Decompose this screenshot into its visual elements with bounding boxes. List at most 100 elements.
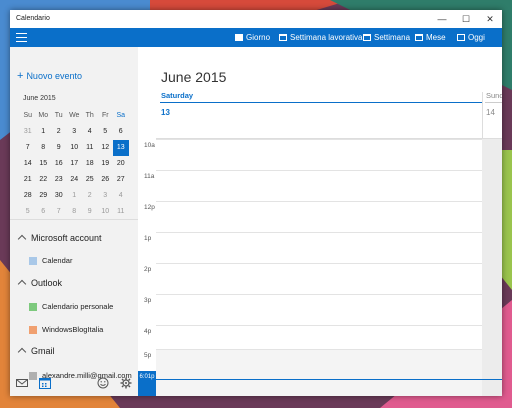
group-gmail[interactable]: Gmail [17, 346, 55, 357]
day-view-button[interactable]: Giorno [235, 28, 270, 47]
work-week-view-button[interactable]: Settimana lavorativa [279, 28, 362, 47]
hour-line [156, 139, 482, 140]
mini-calendar-weekdays: Su Mo Tu We Th Fr Sa [20, 108, 129, 124]
mini-calendar-day[interactable]: 5 [98, 124, 114, 140]
work-week-view-label: Settimana lavorativa [290, 33, 363, 42]
mini-calendar-day[interactable]: 1 [67, 188, 83, 204]
group-label: Outlook [31, 278, 63, 288]
calendar-window: Calendario — ☐ ✕ Giorno Settimana lavora… [10, 10, 502, 396]
mini-calendar-week: 5 6 7 8 9 10 11 [20, 204, 129, 220]
calendar-name: Calendar [42, 256, 73, 265]
hour-slot[interactable]: 1p [138, 232, 502, 263]
mini-calendar-day[interactable]: 4 [82, 124, 98, 140]
hour-slot[interactable]: 3p [138, 294, 502, 325]
mini-calendar-day[interactable]: 7 [51, 204, 67, 220]
minimize-button[interactable]: — [430, 10, 454, 28]
maximize-button[interactable]: ☐ [454, 10, 478, 28]
hour-label: 10a [144, 142, 155, 149]
mini-calendar-day[interactable]: 10 [67, 140, 83, 156]
day-icon [235, 34, 243, 41]
weekday-label: Mo [38, 112, 49, 119]
mini-calendar-day[interactable]: 6 [113, 124, 129, 140]
calendar-item[interactable]: Calendario personale [29, 302, 113, 311]
mini-calendar-day[interactable]: 11 [82, 140, 98, 156]
smiley-icon[interactable] [97, 377, 109, 389]
calendar-item[interactable]: WindowsBlogItalia [29, 325, 103, 334]
close-button[interactable]: ✕ [478, 10, 502, 28]
calendar-item[interactable]: Calendar [29, 256, 72, 265]
chevron-up-icon [17, 234, 27, 244]
hour-line [156, 170, 482, 171]
group-microsoft-account[interactable]: Microsoft account [17, 233, 102, 244]
mini-calendar-week: 31 1 2 3 4 5 6 [20, 124, 129, 140]
mini-calendar-day[interactable]: 19 [98, 156, 114, 172]
group-outlook[interactable]: Outlook [17, 278, 63, 289]
hour-slot[interactable]: 11a [138, 170, 502, 201]
mini-calendar-day[interactable]: 17 [67, 156, 83, 172]
week-view-button[interactable]: Settimana [363, 28, 410, 47]
mini-calendar-day[interactable]: 27 [113, 172, 129, 188]
mini-calendar-day[interactable]: 22 [36, 172, 52, 188]
mini-calendar: Su Mo Tu We Th Fr Sa 31 1 2 3 4 5 6 7 8 … [20, 108, 129, 220]
time-grid[interactable]: 10a 11a 12p 1p 2p 3p 4p 5p 6:01p [138, 139, 502, 396]
day-header-sunday[interactable]: Sunda [486, 91, 502, 100]
mini-calendar-day[interactable]: 30 [51, 188, 67, 204]
mini-calendar-day[interactable]: 2 [82, 188, 98, 204]
mini-calendar-day[interactable]: 29 [36, 188, 52, 204]
mini-calendar-day[interactable]: 11 [113, 204, 129, 220]
calendar-icon[interactable] [39, 377, 51, 389]
sidebar-divider [10, 219, 138, 220]
hour-label: 5p [144, 352, 152, 359]
day-number-sunday: 14 [486, 108, 495, 117]
calendar-name: Calendario personale [42, 302, 114, 311]
month-view-button[interactable]: Mese [415, 28, 446, 47]
mini-calendar-day[interactable]: 1 [36, 124, 52, 140]
gear-icon[interactable] [120, 377, 132, 389]
mini-calendar-day[interactable]: 3 [67, 124, 83, 140]
calendar-color-swatch [29, 302, 37, 311]
hour-slot[interactable]: 12p [138, 201, 502, 232]
sidebar: + Nuovo evento June 2015 Su Mo Tu We Th F… [10, 47, 138, 396]
mini-calendar-day[interactable]: 31 [20, 124, 36, 140]
mini-calendar-selected-day[interactable]: 13 [113, 140, 129, 156]
hour-label: 12p [144, 204, 155, 211]
mini-calendar-day[interactable]: 8 [67, 204, 83, 220]
mini-calendar-day[interactable]: 3 [98, 188, 114, 204]
mini-calendar-day[interactable]: 15 [36, 156, 52, 172]
mini-calendar-day[interactable]: 5 [20, 204, 36, 220]
new-event-button[interactable]: + Nuovo evento [17, 70, 82, 82]
mini-calendar-day[interactable]: 9 [51, 140, 67, 156]
mini-calendar-day[interactable]: 8 [36, 140, 52, 156]
mini-calendar-day[interactable]: 2 [51, 124, 67, 140]
mini-calendar-day[interactable]: 14 [20, 156, 36, 172]
day-header-saturday[interactable]: Saturday [161, 91, 193, 100]
mini-calendar-day[interactable]: 4 [113, 188, 129, 204]
current-time-line [156, 379, 502, 380]
mini-calendar-day[interactable]: 12 [98, 140, 114, 156]
mini-calendar-day[interactable]: 20 [113, 156, 129, 172]
hour-slot[interactable]: 5p [138, 349, 502, 380]
hour-line [156, 349, 482, 350]
hour-slot[interactable]: 2p [138, 263, 502, 294]
mini-calendar-day[interactable]: 24 [67, 172, 83, 188]
mini-calendar-day[interactable]: 26 [98, 172, 114, 188]
mini-calendar-title[interactable]: June 2015 [23, 95, 56, 102]
work-week-icon [279, 34, 287, 41]
mini-calendar-day[interactable]: 18 [82, 156, 98, 172]
hamburger-menu-icon[interactable] [16, 33, 27, 42]
mini-calendar-day[interactable]: 9 [82, 204, 98, 220]
mini-calendar-day[interactable]: 28 [20, 188, 36, 204]
calendar-color-swatch [29, 325, 37, 334]
mail-icon[interactable] [16, 377, 28, 389]
mini-calendar-day[interactable]: 23 [51, 172, 67, 188]
hour-line [156, 294, 482, 295]
mini-calendar-day[interactable]: 10 [98, 204, 114, 220]
hour-label: 1p [144, 235, 152, 242]
mini-calendar-day[interactable]: 21 [20, 172, 36, 188]
mini-calendar-day[interactable]: 25 [82, 172, 98, 188]
mini-calendar-day[interactable]: 6 [36, 204, 52, 220]
mini-calendar-day[interactable]: 7 [20, 140, 36, 156]
today-button[interactable]: Oggi [457, 28, 485, 47]
hour-slot[interactable]: 10a [138, 139, 502, 170]
mini-calendar-day[interactable]: 16 [51, 156, 67, 172]
